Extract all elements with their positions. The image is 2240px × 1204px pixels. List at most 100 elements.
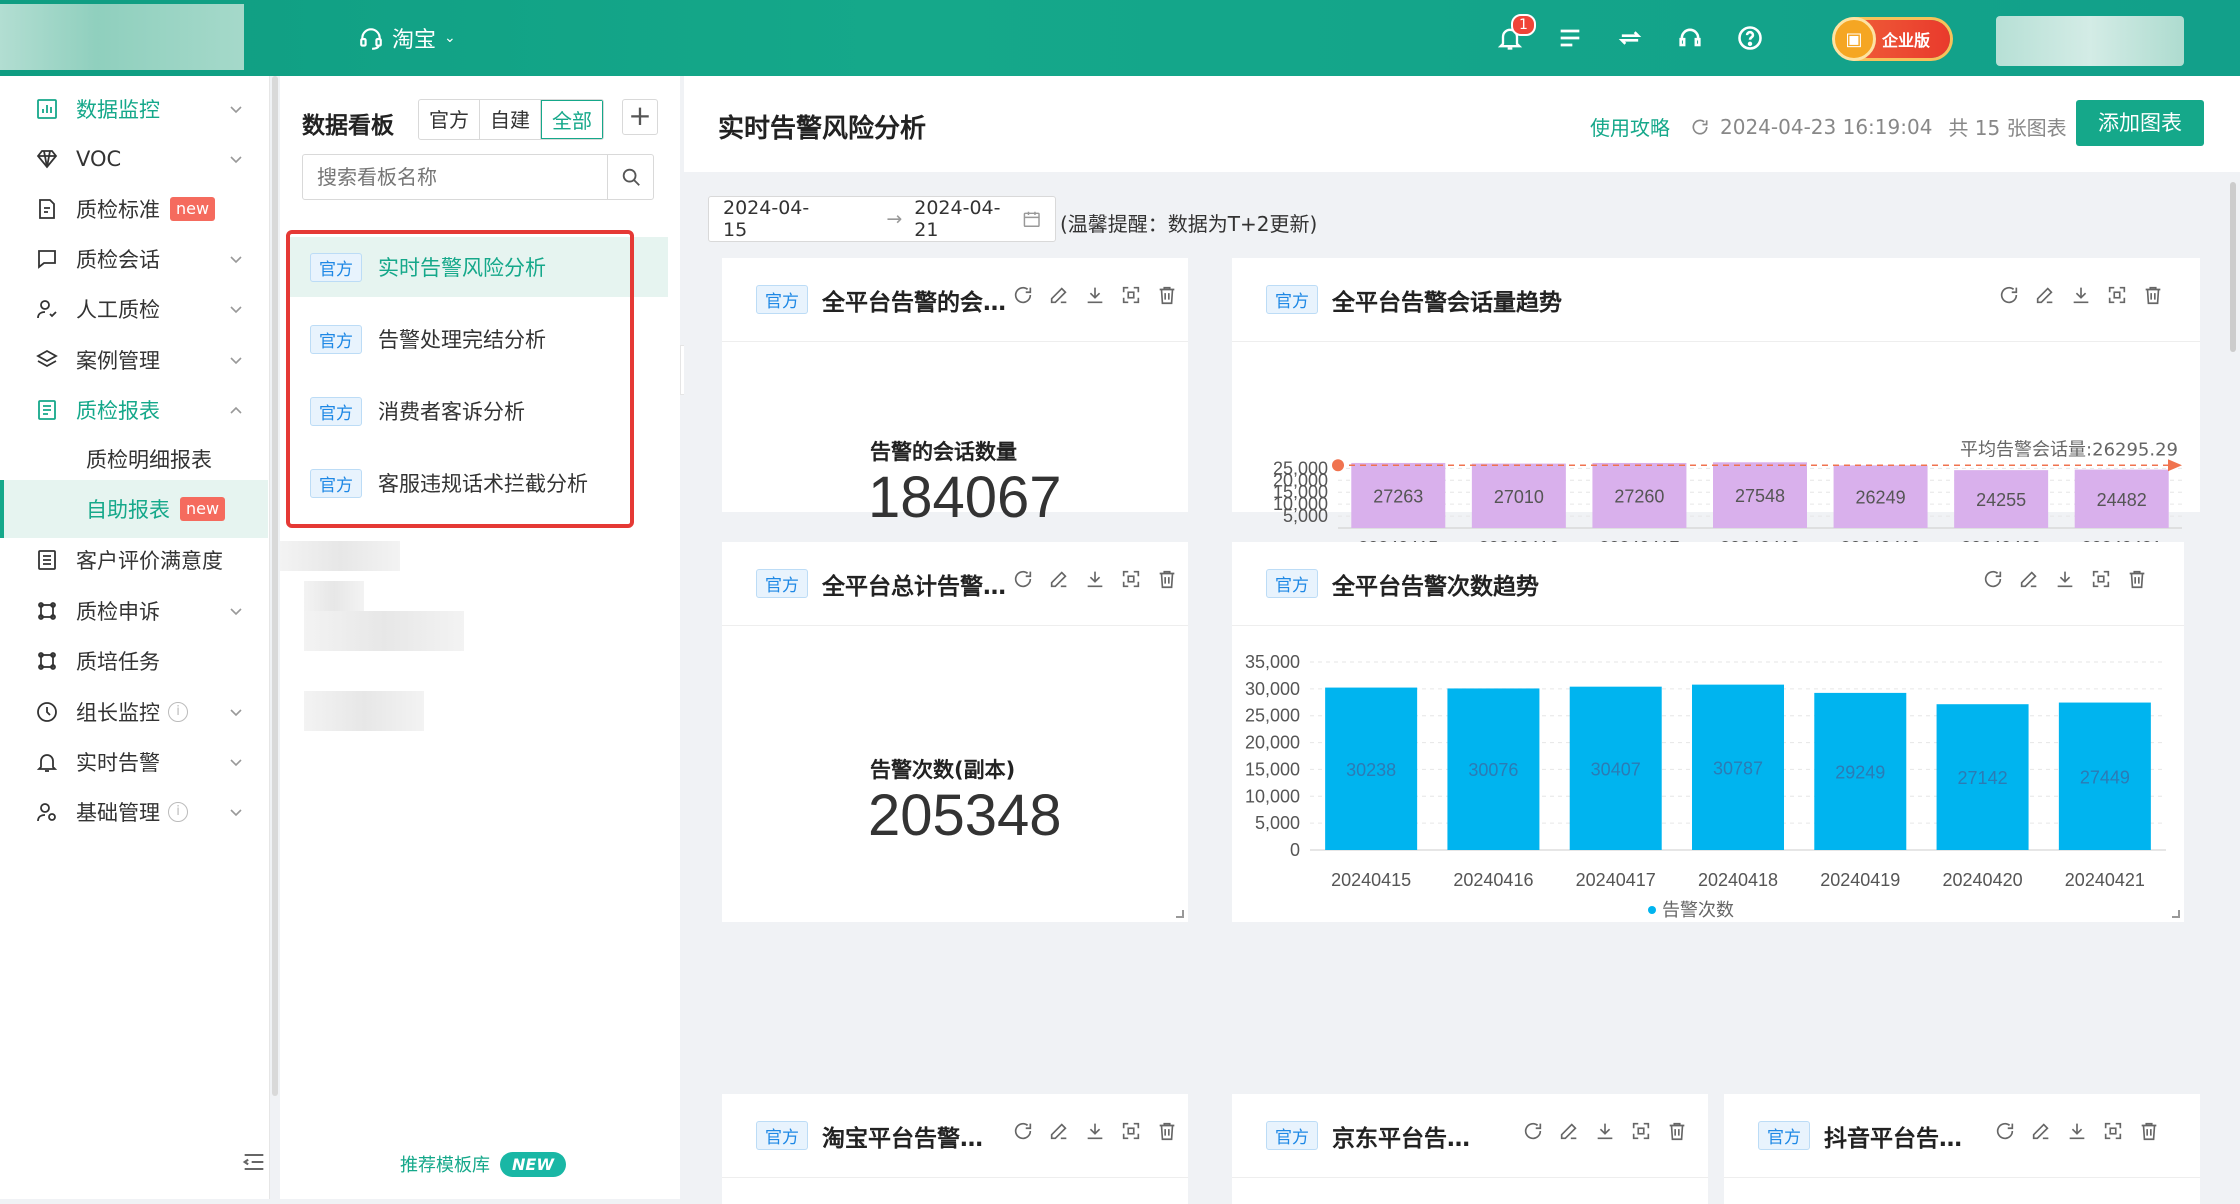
refresh-button[interactable] [1522, 1120, 1544, 1146]
download-button[interactable] [1084, 284, 1106, 310]
filter-official[interactable]: 官方 [419, 100, 480, 139]
search-button[interactable] [607, 155, 653, 199]
kpi-value: 205348 [868, 783, 1062, 848]
edit-button[interactable] [1048, 284, 1070, 310]
edit-button[interactable] [1048, 568, 1070, 594]
edit-button[interactable] [2034, 284, 2056, 310]
download-button[interactable] [2070, 284, 2092, 310]
delete-button[interactable] [1666, 1120, 1688, 1146]
support-button[interactable] [1660, 18, 1720, 58]
help-button[interactable] [1720, 18, 1780, 58]
add-board-button[interactable]: + [622, 99, 658, 135]
add-chart-button[interactable]: 添加图表 [2076, 100, 2204, 146]
edit-button[interactable] [2030, 1120, 2052, 1146]
fullscreen-button[interactable] [1120, 1120, 1142, 1146]
shop-switcher[interactable]: 淘宝 ⌄ [358, 22, 456, 54]
chart-count: 共 15 张图表 [1948, 116, 2067, 140]
guide-link[interactable]: 使用攻略 [1590, 112, 1670, 141]
list-icon [1560, 29, 1580, 47]
fullscreen-button[interactable] [1630, 1120, 1652, 1146]
enterprise-badge[interactable]: ▣ 企业版 [1832, 17, 1950, 61]
fullscreen-button[interactable] [1120, 284, 1142, 310]
sidebar-item-10[interactable]: 组长监控 i [0, 684, 268, 740]
download-button[interactable] [2066, 1120, 2088, 1146]
recommend-template-link[interactable]: 推荐模板库 NEW [400, 1151, 566, 1177]
sidebar-scrollbar[interactable] [272, 76, 278, 1096]
sidebar-item-2[interactable]: 质检标准 new [0, 181, 268, 237]
sidebar-item-1[interactable]: VOC [0, 131, 268, 187]
card-jd: 官方 京东平台告警会话数量 [1232, 1094, 1708, 1204]
fullscreen-button[interactable] [2102, 1120, 2124, 1146]
edit-button[interactable] [2018, 568, 2040, 594]
notification-button[interactable]: 1 [1480, 14, 1540, 58]
updated-time: 2024-04-23 16:19:04 [1720, 114, 1933, 139]
resize-handle[interactable] [2172, 910, 2180, 918]
refresh-button[interactable] [1012, 568, 1034, 594]
bar-value-label: 27263 [1373, 486, 1423, 506]
sidebar-item-label: 质检标准 [76, 198, 160, 222]
delete-button[interactable] [1156, 284, 1178, 310]
bell-icon [36, 754, 58, 772]
download-button[interactable] [1594, 1120, 1616, 1146]
fullscreen-icon [2092, 570, 2110, 588]
edit-icon [1050, 287, 1067, 304]
sidebar-item-label: 质培任务 [76, 650, 160, 674]
sidebar-item-0[interactable]: 数据监控 [0, 81, 268, 137]
y-tick-label: 15,000 [1245, 759, 1300, 779]
refresh-button[interactable] [1994, 1120, 2016, 1146]
date-range-picker[interactable]: 2024-04-15 → 2024-04-21 [708, 196, 1056, 242]
sidebar-item-8[interactable]: 质检申诉 [0, 583, 268, 639]
sidebar-item-7[interactable]: 客户评价满意度 [0, 532, 268, 588]
sidebar-item-12[interactable]: 基础管理 i [0, 784, 268, 840]
submenu-item-1[interactable]: 自助报表 new [0, 480, 268, 538]
edit-button[interactable] [1558, 1120, 1580, 1146]
user-account[interactable] [1996, 16, 2184, 66]
refresh-button[interactable] [1998, 284, 2020, 310]
new-badge: new [180, 497, 226, 521]
download-button[interactable] [1084, 568, 1106, 594]
official-tag: 官方 [756, 569, 808, 598]
edit-button[interactable] [1048, 1120, 1070, 1146]
download-button[interactable] [2054, 568, 2076, 594]
card-title: 京东平台告警会话数量 [1332, 1125, 1482, 1152]
sidebar-collapse-button[interactable] [240, 1148, 268, 1176]
delete-icon [1159, 570, 1175, 589]
delete-button[interactable] [1156, 1120, 1178, 1146]
refresh-icon [1014, 286, 1032, 304]
refresh-icon[interactable] [1690, 117, 1710, 137]
refresh-button[interactable] [1012, 1120, 1034, 1146]
fullscreen-button[interactable] [2106, 284, 2128, 310]
resize-handle[interactable] [1176, 910, 1184, 918]
sidebar-item-9[interactable]: 质培任务 [0, 633, 268, 689]
sidebar-item-4[interactable]: 人工质检 [0, 281, 268, 337]
delete-button[interactable] [2142, 284, 2164, 310]
refresh-button[interactable] [1012, 284, 1034, 310]
fullscreen-icon [1122, 286, 1140, 304]
fullscreen-button[interactable] [1120, 568, 1142, 594]
refresh-button[interactable] [1982, 568, 2004, 594]
filter-all[interactable]: 全部 [541, 100, 603, 139]
delete-button[interactable] [2126, 568, 2148, 594]
content-scrollbar[interactable] [2230, 182, 2236, 352]
y-tick-label: 5,000 [1283, 506, 1328, 526]
switch-button[interactable] [1600, 18, 1660, 58]
sidebar-item-11[interactable]: 实时告警 [0, 734, 268, 790]
submenu-label: 自助报表 [86, 498, 170, 522]
bar-value-label: 30407 [1591, 759, 1641, 779]
sidebar-item-3[interactable]: 质检会话 [0, 231, 268, 287]
delete-button[interactable] [2138, 1120, 2160, 1146]
date-end[interactable]: 2024-04-21 [914, 197, 1021, 241]
collapse-menu-icon [242, 1153, 264, 1171]
date-start[interactable]: 2024-04-15 [723, 197, 830, 241]
download-button[interactable] [1084, 1120, 1106, 1146]
sidebar-item-5[interactable]: 案例管理 [0, 332, 268, 388]
task-list-button[interactable] [1540, 18, 1600, 58]
delete-button[interactable] [1156, 568, 1178, 594]
refresh-icon [1014, 570, 1032, 588]
fullscreen-button[interactable] [2090, 568, 2112, 594]
chevron-up-icon [230, 406, 242, 414]
refresh-icon [1996, 1122, 2014, 1140]
arrow-right-icon: → [886, 208, 903, 230]
search-input[interactable] [303, 155, 607, 199]
filter-custom[interactable]: 自建 [480, 100, 541, 139]
